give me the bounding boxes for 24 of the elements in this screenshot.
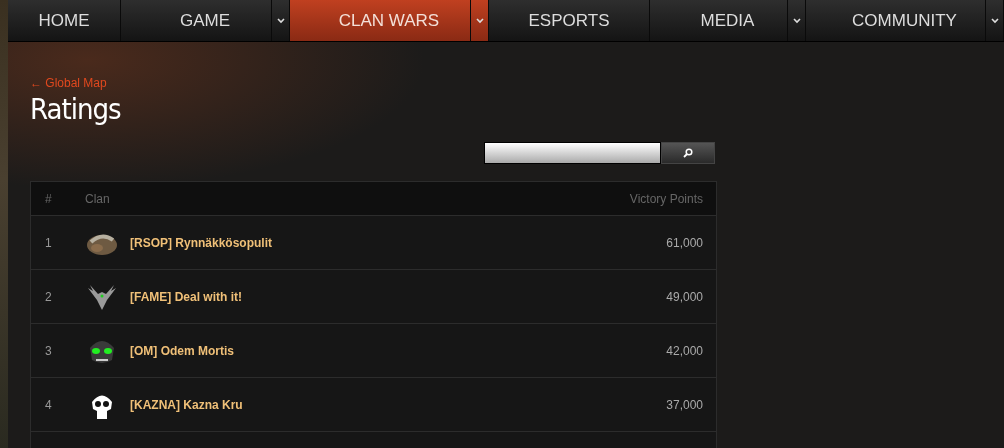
clan-name-link[interactable]: [KAZNA] Kazna Kru: [130, 397, 243, 412]
nav-tab[interactable]: COMMUNITY: [806, 0, 1004, 41]
column-header: Victory Points: [629, 191, 704, 206]
search-button[interactable]: [661, 142, 715, 164]
nav-tab[interactable]: MEDIA: [650, 0, 806, 41]
nav-tab[interactable]: ESPORTS: [489, 0, 650, 41]
nav-tab[interactable]: CLAN WARS: [290, 0, 489, 41]
search-icon: [683, 148, 693, 158]
clan-name-link[interactable]: [OM] Odem Mortis: [130, 343, 234, 358]
clan-name-link[interactable]: [RSOP] Rynnäkkösopulit: [130, 235, 272, 250]
page-title: Ratings: [30, 92, 122, 126]
points-cell-text: 49,000: [666, 289, 704, 304]
points-cell-text: 61,000: [666, 235, 704, 250]
column-header: #: [44, 191, 53, 206]
rank-cell-text: 2: [44, 289, 53, 304]
search-field[interactable]: [484, 142, 661, 164]
rank-cell-text: 1: [44, 235, 53, 250]
rank-cell-text: 4: [44, 397, 53, 412]
nav-tab[interactable]: HOME: [8, 0, 121, 41]
points-cell-text: 37,000: [666, 397, 704, 412]
rank-cell-text: 3: [44, 343, 53, 358]
clan-name-link[interactable]: [FAME] Deal with it!: [130, 289, 242, 304]
column-header: Clan: [85, 191, 111, 206]
points-cell-text: 42,000: [666, 343, 704, 358]
